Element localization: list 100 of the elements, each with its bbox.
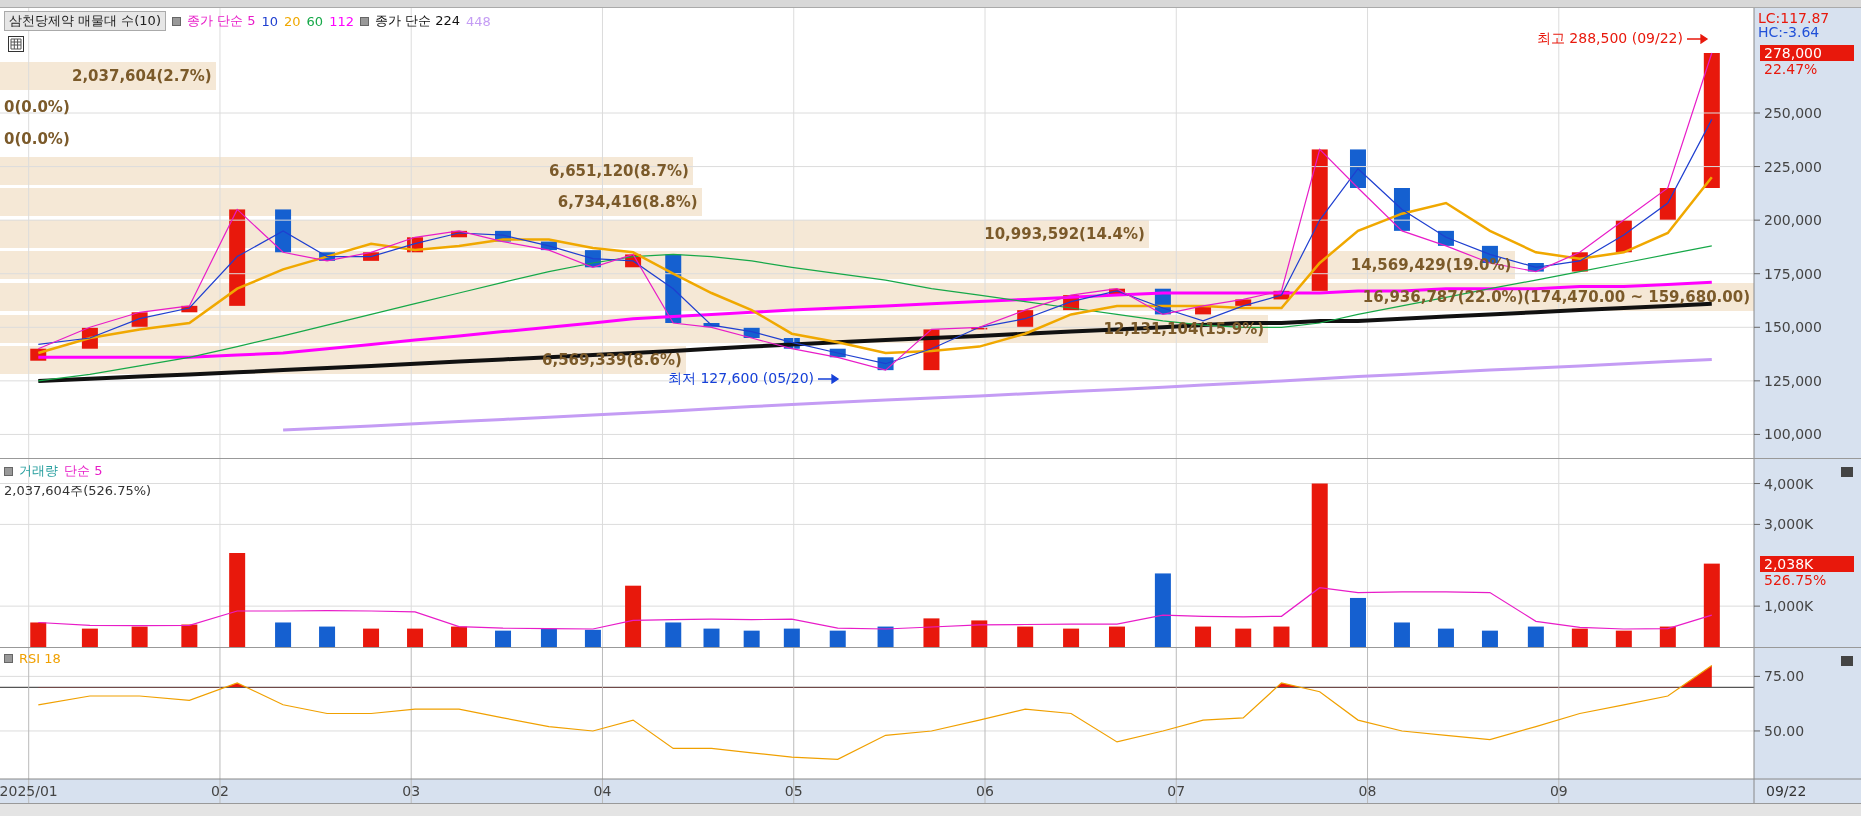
candle [783,338,800,349]
band-label: 0(0.0%) [3,99,71,116]
legend-label: 112 [329,13,354,29]
change-label: 526.75% [1764,571,1827,588]
volume-bar [783,628,800,647]
legend-label: 종가 단순 5 [186,12,256,30]
low-price-label: 최저 127,600 (05/20) [668,370,815,388]
axis-label: 75.00 [1764,668,1805,685]
volume-bar [1195,626,1212,647]
maximize-icon[interactable] [1841,656,1853,666]
volume-reading: 2,037,604주(526.75%) [4,482,152,500]
band-label: 6,734,416(8.8%) [556,194,699,211]
volume-bar [81,628,98,647]
band-label: 6,569,339(8.6%) [541,352,683,369]
volume-bar [495,630,512,647]
volume-bar [971,620,988,647]
volume-bar [584,629,601,647]
volume-bar [1235,628,1252,647]
legend-label: 거래량 [19,462,58,480]
volume-bar [665,622,682,647]
volume-bar [1109,626,1125,647]
legend-label: 종가 단순 224 [374,12,461,30]
volume-bar [451,626,468,647]
volume-bar [1350,597,1366,647]
axis-label: 200,000 [1764,212,1822,229]
volume-bar [1615,630,1632,647]
band-label: 10,993,592(14.4%) [983,225,1146,242]
candle [1273,290,1290,300]
legend-label: 60 [306,13,324,29]
volume-bar [181,624,198,647]
bullet-icon [4,466,13,476]
price-tag: 278,000 [1760,45,1854,61]
volume-bar [829,630,846,647]
axis-label: 250,000 [1764,105,1822,121]
band-label: 0(0.0%) [3,131,71,147]
volume-bar [1393,622,1410,647]
candle [1527,263,1544,272]
volume-bar [1063,628,1080,647]
band-label: 6,651,120(8.7%) [548,162,690,179]
date-label: 08 [1358,783,1377,799]
candle [181,305,198,313]
change-label: 22.47% [1764,61,1818,77]
volume-bar [407,628,424,647]
candle [1195,305,1212,315]
legend-label: 448 [466,13,491,29]
date-label: 04 [593,783,612,799]
candle [1235,299,1252,306]
volume-bar [275,622,292,647]
candle [971,327,988,330]
bullet-icon [4,654,13,663]
axis-label: 225,000 [1764,158,1822,175]
volume-bar [625,585,642,647]
axis-label: 175,000 [1764,265,1822,282]
candle [495,230,512,242]
table-icon[interactable] [8,36,24,52]
legend-label: 단순 5 [64,462,103,480]
candle [1659,188,1676,221]
indicator-title[interactable]: 삼천당제약 매물대 수(10) [4,11,166,31]
volume-bar [1273,626,1290,647]
date-label: 09 [1549,783,1568,799]
maximize-icon[interactable] [1841,467,1853,477]
volume-bar [923,618,940,647]
date-label: 03 [402,783,421,799]
candle [275,209,292,253]
candle [743,327,760,338]
volume-bar [1659,626,1676,647]
date-label: 05 [784,783,803,799]
candle [1109,288,1125,296]
high-price-label: 최고 288,500 (09/22) [1536,30,1683,48]
candle [451,230,468,238]
axis-label: 150,000 [1764,319,1822,336]
date-label: 02 [211,783,229,799]
legend-label: 20 [284,13,301,29]
axis-label: 100,000 [1764,426,1822,443]
legend-label: RSI 18 [19,651,61,666]
axis-label: 3,000K [1764,516,1814,533]
axis-label: LC:117.87 [1758,10,1830,26]
volume-bar [363,628,380,647]
axis-label: HC:-3.64 [1758,24,1820,40]
volume-bar [1571,628,1588,647]
date-label: 07 [1167,783,1186,799]
volume-bar [1437,628,1454,647]
axis-label: 4,000K [1764,475,1814,492]
candle [540,241,557,251]
volume-bar [743,630,760,647]
candle [319,252,336,261]
volume-bar [703,628,720,647]
band-label: 14,569,429(19.0%) [1349,257,1513,274]
candle [1350,149,1366,188]
volume-bar [131,626,148,647]
axis-label: 125,000 [1764,372,1822,389]
axis-label: 1,000K [1764,598,1814,615]
band-label: 2,037,604(2.7%) [70,67,213,84]
volume-bar [1017,626,1034,647]
date-label: 09/22 [1766,783,1807,799]
legend-label: 10 [261,13,279,29]
volume-bar [30,622,47,647]
candle [363,252,380,261]
candle [829,348,846,358]
volume-bar [1527,626,1544,647]
